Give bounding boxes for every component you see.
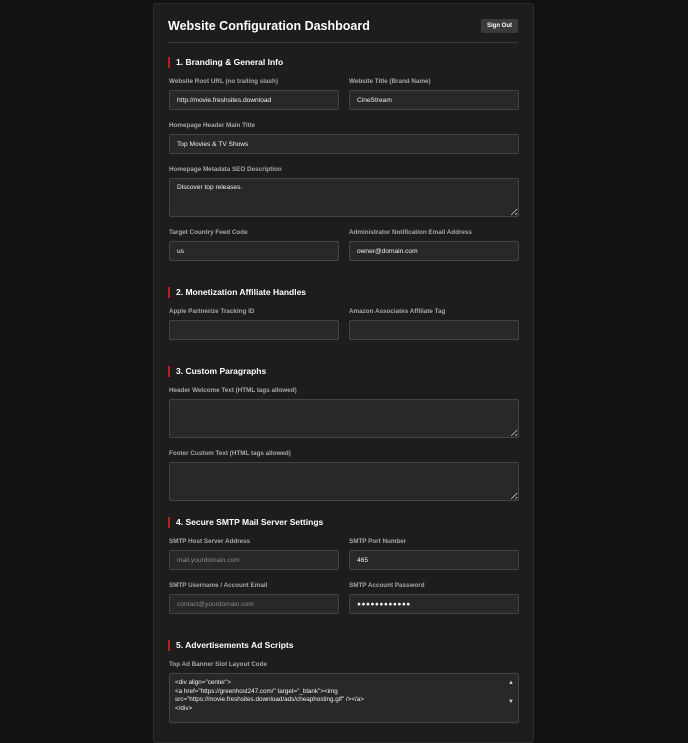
smtp-host-input[interactable]: [169, 550, 339, 570]
footer-text-textarea[interactable]: [169, 462, 519, 501]
section-title-ads: 5. Advertisements Ad Scripts: [168, 640, 293, 651]
footer-text-label: Footer Custom Text (HTML tags allowed): [169, 450, 291, 457]
seo-description-textarea[interactable]: Discover top releases.: [169, 178, 519, 217]
smtp-port-label: SMTP Port Number: [349, 538, 407, 545]
root-url-input[interactable]: [169, 90, 339, 110]
admin-email-input[interactable]: [349, 241, 519, 261]
site-title-input[interactable]: [349, 90, 519, 110]
header-text-label: Header Welcome Text (HTML tags allowed): [169, 387, 297, 394]
site-title-label: Website Title (Brand Name): [349, 78, 431, 85]
smtp-port-input[interactable]: [349, 550, 519, 570]
seo-description-wrapper: Discover top releases.: [169, 178, 519, 217]
amazon-tag-label: Amazon Associates Affiliate Tag: [349, 308, 446, 315]
smtp-host-label: SMTP Host Server Address: [169, 538, 251, 545]
sign-out-button[interactable]: Sign Out: [481, 19, 518, 33]
section-title-branding: 1. Branding & General Info: [168, 57, 283, 68]
scroll-down-icon[interactable]: ▼: [508, 698, 514, 706]
country-code-label: Target Country Feed Code: [169, 229, 248, 236]
header-text-textarea[interactable]: [169, 399, 519, 438]
country-code-input[interactable]: [169, 241, 339, 261]
code-line: <div align="center">: [175, 679, 232, 686]
admin-email-label: Administrator Notification Email Address: [349, 229, 472, 236]
top-banner-code-textarea[interactable]: <div align="center"> <a href="https://gr…: [169, 673, 519, 723]
code-line: </div>: [175, 704, 193, 712]
root-url-label: Website Root URL (no trailing slash): [169, 78, 278, 85]
smtp-username-input[interactable]: [169, 594, 339, 614]
smtp-password-input[interactable]: [349, 594, 519, 614]
smtp-password-label: SMTP Account Password: [349, 582, 425, 589]
code-line: <a href="https://greenhost247.com/" targ…: [175, 687, 364, 704]
scroll-up-icon[interactable]: ▲: [508, 679, 514, 687]
top-banner-label: Top Ad Banner Slot Layout Code: [169, 661, 267, 668]
configuration-panel: Website Configuration Dashboard Sign Out…: [153, 3, 534, 743]
dashboard-header: Website Configuration Dashboard Sign Out: [168, 14, 518, 43]
page-title: Website Configuration Dashboard: [168, 19, 370, 33]
smtp-username-label: SMTP Username / Account Email: [169, 582, 268, 589]
apple-tracking-input[interactable]: [169, 320, 339, 340]
section-title-smtp: 4. Secure SMTP Mail Server Settings: [168, 517, 323, 528]
seo-description-label: Homepage Metadata SEO Description: [169, 166, 282, 173]
header-title-input[interactable]: [169, 134, 519, 154]
apple-tracking-label: Apple Partnerize Tracking ID: [169, 308, 255, 315]
amazon-tag-input[interactable]: [349, 320, 519, 340]
section-title-paragraphs: 3. Custom Paragraphs: [168, 366, 266, 377]
header-title-label: Homepage Header Main Title: [169, 122, 255, 129]
section-title-monetization: 2. Monetization Affiliate Handles: [168, 287, 306, 298]
